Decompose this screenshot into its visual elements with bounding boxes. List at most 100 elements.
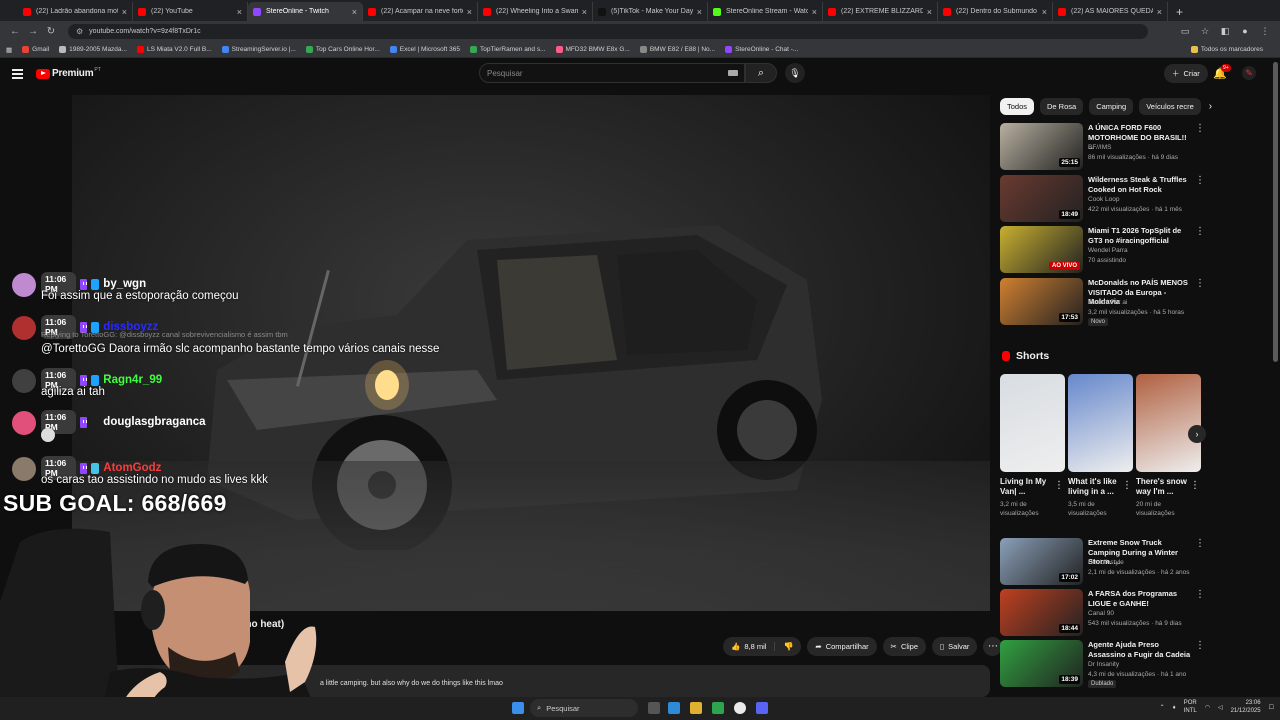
tray-chevron-icon[interactable]: ⌃ xyxy=(1160,704,1165,711)
browser-tab[interactable]: StereOnline Stream - Watch L × xyxy=(708,2,823,21)
extensions-icon[interactable]: ◧ xyxy=(1218,26,1232,37)
discord-icon[interactable] xyxy=(756,702,768,714)
account-avatar[interactable]: ✎ xyxy=(1242,66,1256,80)
bookmark-item[interactable]: Excel | Microsoft 365 xyxy=(389,46,460,53)
like-button[interactable]: 👍 8,8 mil xyxy=(723,642,776,651)
short-title[interactable]: What it's like living in a ... xyxy=(1068,477,1126,497)
tab-close-icon[interactable]: × xyxy=(352,7,357,17)
video-menu-icon[interactable]: ⋮ xyxy=(1195,589,1205,600)
bookmark-item[interactable]: Gmail xyxy=(22,46,49,53)
video-menu-icon[interactable]: ⋮ xyxy=(1195,226,1205,237)
apps-icon[interactable]: ▦ xyxy=(6,46,12,54)
browser-tab[interactable]: (22) AS MAIORES QUEDAS DE × xyxy=(1053,2,1168,21)
video-thumbnail[interactable]: 18:44 xyxy=(1000,589,1083,636)
short-title[interactable]: There's snow way I'm ... xyxy=(1136,477,1194,497)
share-button[interactable]: ➦ Compartilhar xyxy=(807,637,877,656)
tab-close-icon[interactable]: × xyxy=(237,7,242,17)
video-menu-icon[interactable]: ⋮ xyxy=(1195,538,1205,549)
browser-tab[interactable]: StereOnline - Twitch × xyxy=(248,2,363,21)
clip-button[interactable]: ✂ Clipe xyxy=(882,637,927,656)
channel-name[interactable]: Cook Loop xyxy=(1088,196,1119,203)
bookmark-item[interactable]: StreamingServer.io |... xyxy=(221,46,296,53)
tray-app-icon[interactable]: ♦ xyxy=(1173,705,1176,711)
video-thumbnail[interactable]: 17:53 xyxy=(1000,278,1083,325)
channel-name[interactable]: Wendel Parra xyxy=(1088,247,1128,254)
short-thumbnail[interactable] xyxy=(1068,374,1133,472)
bookmark-item[interactable]: 1989-2005 Mazda... xyxy=(59,46,127,53)
short-title[interactable]: Living In My Van| ... xyxy=(1000,477,1058,497)
tab-close-icon[interactable]: × xyxy=(582,7,587,17)
recommended-video[interactable]: 18:49 Wilderness Steak & Truffles Cooked … xyxy=(1000,175,1205,223)
search-input[interactable]: Pesquisar xyxy=(479,63,745,83)
chips-next-icon[interactable]: › xyxy=(1209,101,1212,112)
bookmark-item[interactable]: TopTierRamen and s... xyxy=(470,46,546,53)
copilot-icon[interactable] xyxy=(668,702,680,714)
all-bookmarks-folder[interactable]: Todos os marcadores xyxy=(1190,46,1270,53)
recommended-video[interactable]: 25:15 A ÚNICA FORD F600 MOTORHOME DO BRAS… xyxy=(1000,123,1205,171)
video-thumbnail[interactable]: 25:15 xyxy=(1000,123,1083,170)
short-item[interactable]: Living In My Van| ... 3,2 mi de visualiza… xyxy=(1000,374,1065,517)
short-item[interactable]: What it's like living in a ... 3,5 mi de … xyxy=(1068,374,1133,517)
forward-icon[interactable]: → xyxy=(24,26,42,37)
volume-icon[interactable]: ◁ xyxy=(1218,704,1223,711)
menu-icon[interactable]: ⋮ xyxy=(1258,26,1272,37)
video-menu-icon[interactable]: ⋮ xyxy=(1195,175,1205,186)
video-thumbnail[interactable]: 18:49 xyxy=(1000,175,1083,222)
video-thumbnail[interactable]: 17:02 xyxy=(1000,538,1083,585)
file-explorer-icon[interactable] xyxy=(690,702,702,714)
start-button-icon[interactable] xyxy=(512,702,524,714)
new-tab-button[interactable]: + xyxy=(1168,2,1191,21)
keyboard-language[interactable]: POR INTL xyxy=(1184,700,1197,715)
task-view-icon[interactable] xyxy=(648,702,660,714)
video-title[interactable]: Agente Ajuda Preso Assassino a Fugir da … xyxy=(1088,640,1192,659)
video-menu-icon[interactable]: ⋮ xyxy=(1195,640,1205,651)
bookmark-item[interactable]: StereOnline - Chat -... xyxy=(725,46,798,53)
bookmark-item[interactable]: Top Cars Online Hor... xyxy=(305,46,380,53)
tab-close-icon[interactable]: × xyxy=(467,7,472,17)
channel-name[interactable]: Dirt Lifestyle xyxy=(1088,559,1124,566)
short-thumbnail[interactable] xyxy=(1000,374,1065,472)
tab-close-icon[interactable]: × xyxy=(1157,7,1162,17)
short-menu-icon[interactable]: ⋮ xyxy=(1122,480,1132,491)
recommended-video[interactable]: AO VIVO Miami T1 2026 TopSplit de GT3 no … xyxy=(1000,226,1205,274)
notifications-icon[interactable]: ☐ xyxy=(1269,704,1274,711)
recommended-video[interactable]: 17:02 Extreme Snow Truck Camping During a… xyxy=(1000,538,1205,586)
browser-tab[interactable]: (22) Wheeling Into a Swamp × xyxy=(478,2,593,21)
video-menu-icon[interactable]: ⋮ xyxy=(1195,278,1205,289)
filter-chip[interactable]: De Rosa xyxy=(1040,98,1084,115)
back-icon[interactable]: ← xyxy=(6,26,24,37)
browser-tab[interactable]: (22) Ladrão abandona moto n × xyxy=(18,2,133,21)
browser-tab[interactable]: (22) Acampar na neve forte c × xyxy=(363,2,478,21)
short-thumbnail[interactable] xyxy=(1136,374,1201,472)
wifi-icon[interactable]: ◠ xyxy=(1205,704,1210,711)
tab-close-icon[interactable]: × xyxy=(122,7,127,17)
chrome-icon[interactable] xyxy=(734,702,746,714)
browser-tab[interactable]: (22) EXTREME BLIZZARD surv × xyxy=(823,2,938,21)
shorts-next-button[interactable]: › xyxy=(1188,425,1206,443)
youtube-logo[interactable]: Premium PT xyxy=(36,67,101,79)
recommended-video[interactable]: 18:39 Agente Ajuda Preso Assassino a Fugi… xyxy=(1000,640,1205,688)
tab-close-icon[interactable]: × xyxy=(1042,7,1047,17)
save-button[interactable]: ▯ Salvar xyxy=(932,637,978,656)
reload-icon[interactable]: ↻ xyxy=(42,26,60,37)
bookmark-item[interactable]: BMW E82 / E88 | No... xyxy=(639,46,715,53)
bookmark-star-icon[interactable]: ☆ xyxy=(1198,26,1212,37)
short-menu-icon[interactable]: ⋮ xyxy=(1190,480,1200,491)
channel-name[interactable]: Dr Insanity xyxy=(1088,661,1119,668)
recommended-video[interactable]: 17:53 McDonalds no PAÍS MENOS VISITADO da… xyxy=(1000,278,1205,326)
bookmark-item[interactable]: LS Miata V2.0 Full B... xyxy=(136,46,212,53)
menu-hamburger-icon[interactable] xyxy=(12,69,23,79)
tab-close-icon[interactable]: × xyxy=(927,7,932,17)
video-title[interactable]: A FARSA dos Programas LIGUE e GANHE! xyxy=(1088,589,1192,608)
bookmark-item[interactable]: MFD32 BMW E8x G... xyxy=(555,46,630,53)
browser-tab[interactable]: (5)TikTok - Make Your Day × xyxy=(593,2,708,21)
dislike-button[interactable]: 👎 xyxy=(775,642,801,651)
short-menu-icon[interactable]: ⋮ xyxy=(1054,480,1064,491)
browser-tab[interactable]: (22) YouTube × xyxy=(133,2,248,21)
page-scrollbar[interactable] xyxy=(1273,62,1278,362)
tab-close-icon[interactable]: × xyxy=(812,7,817,17)
short-item[interactable]: There's snow way I'm ... 20 mi de visuali… xyxy=(1136,374,1201,517)
profile-icon[interactable]: ● xyxy=(1238,26,1252,37)
channel-name[interactable]: BF//IMS xyxy=(1088,144,1111,151)
recommended-video[interactable]: 18:44 A FARSA dos Programas LIGUE e GANHE… xyxy=(1000,589,1205,637)
